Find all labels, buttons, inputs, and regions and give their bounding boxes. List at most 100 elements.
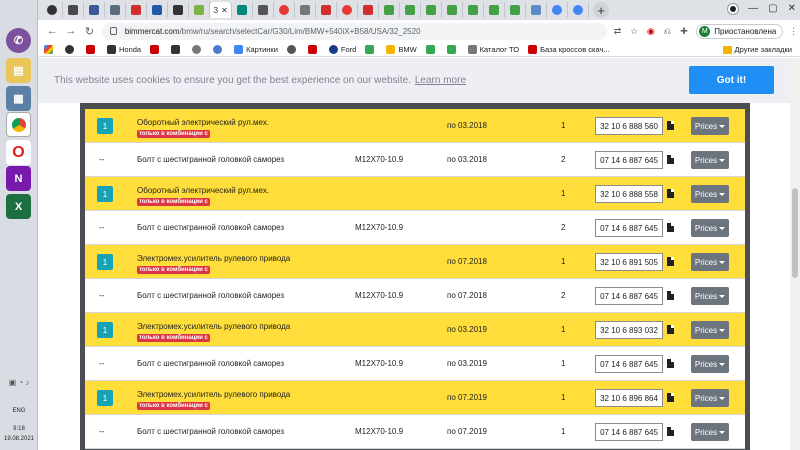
- tab[interactable]: [168, 2, 189, 18]
- prices-button[interactable]: Prices: [691, 253, 729, 271]
- reload-icon[interactable]: ↻: [83, 24, 96, 38]
- page-scrollbar[interactable]: [790, 58, 800, 450]
- part-number-field[interactable]: 07 14 6 887 645: [595, 423, 663, 441]
- tab[interactable]: [147, 2, 168, 18]
- part-number-field[interactable]: 07 14 6 887 645: [595, 219, 663, 237]
- quantity-box[interactable]: 1: [97, 254, 113, 270]
- lock-icon[interactable]: [109, 27, 117, 35]
- address-bar[interactable]: bimmercat.com/bmw/ru/search/selectCar/G3…: [101, 22, 608, 40]
- bookmark-item[interactable]: [425, 44, 438, 54]
- tab[interactable]: [568, 2, 589, 18]
- puzzle-icon[interactable]: ✚: [678, 24, 691, 38]
- tab[interactable]: [379, 2, 400, 18]
- bookmark-baza[interactable]: База кроссов скач...: [528, 44, 610, 54]
- bookmark-item[interactable]: [150, 44, 162, 54]
- prices-button[interactable]: Prices: [691, 287, 729, 305]
- bookmark-item[interactable]: [171, 44, 183, 54]
- record-icon[interactable]: [728, 3, 739, 14]
- bookmark-item[interactable]: [286, 44, 299, 54]
- tab[interactable]: [316, 2, 337, 18]
- tab[interactable]: [84, 2, 105, 18]
- viber-icon[interactable]: ✆: [6, 28, 31, 53]
- bookmark-item[interactable]: [213, 44, 225, 54]
- new-tab-button[interactable]: +: [593, 2, 609, 18]
- part-number-field[interactable]: 32 10 6 891 505: [595, 253, 663, 271]
- tab[interactable]: [505, 2, 526, 18]
- quantity-box[interactable]: 1: [97, 118, 113, 134]
- copy-icon[interactable]: [667, 257, 674, 266]
- minimize-icon[interactable]: —: [748, 3, 758, 14]
- bookmark-item[interactable]: [307, 44, 320, 54]
- bookmark-star-icon[interactable]: ☆: [628, 24, 641, 38]
- tab[interactable]: [295, 2, 316, 18]
- tab[interactable]: [337, 2, 358, 18]
- bookmark-bmw[interactable]: BMW: [386, 44, 417, 54]
- language-indicator[interactable]: ENG: [0, 408, 38, 414]
- learn-more-link[interactable]: Learn more: [415, 75, 466, 86]
- bookmark-ford[interactable]: Ford: [328, 44, 356, 54]
- part-number-field[interactable]: 32 10 6 888 560: [595, 117, 663, 135]
- maximize-icon[interactable]: ▢: [768, 3, 777, 14]
- prices-button[interactable]: Prices: [691, 117, 729, 135]
- bookmark-item[interactable]: [65, 44, 77, 54]
- tab[interactable]: [232, 2, 253, 18]
- bookmark-honda[interactable]: Honda: [107, 44, 141, 54]
- prices-button[interactable]: Prices: [691, 389, 729, 407]
- tab[interactable]: [253, 2, 274, 18]
- tab[interactable]: [421, 2, 442, 18]
- copy-icon[interactable]: [667, 155, 674, 164]
- apps-icon[interactable]: [44, 44, 56, 54]
- back-icon[interactable]: ←: [46, 24, 59, 38]
- chrome-icon[interactable]: [6, 112, 31, 137]
- part-number-field[interactable]: 32 10 6 893 032: [595, 321, 663, 339]
- close-window-icon[interactable]: ✕: [788, 3, 796, 14]
- quantity-box[interactable]: 1: [97, 390, 113, 406]
- tab[interactable]: [526, 2, 547, 18]
- copy-icon[interactable]: [667, 393, 674, 402]
- got-it-button[interactable]: Got it!: [689, 66, 774, 94]
- explorer-icon[interactable]: ▤: [6, 58, 31, 83]
- opera-icon[interactable]: O: [6, 140, 31, 165]
- part-number-field[interactable]: 32 10 6 888 558: [595, 185, 663, 203]
- tab[interactable]: [42, 2, 63, 18]
- profile-button[interactable]: M Приостановлена: [696, 23, 784, 39]
- tab[interactable]: [63, 2, 84, 18]
- tab[interactable]: [484, 2, 505, 18]
- tab[interactable]: [547, 2, 568, 18]
- part-number-field[interactable]: 07 14 6 887 645: [595, 151, 663, 169]
- forward-icon[interactable]: →: [65, 24, 78, 38]
- tab[interactable]: [358, 2, 379, 18]
- network-icon[interactable]: ▦: [6, 86, 31, 111]
- tab[interactable]: [274, 2, 295, 18]
- other-bookmarks[interactable]: Другие закладки: [722, 45, 792, 54]
- menu-icon[interactable]: ⋮: [787, 24, 800, 38]
- copy-icon[interactable]: [667, 325, 674, 334]
- bookmark-kartinki[interactable]: Картинки: [234, 44, 278, 54]
- translate-icon[interactable]: ⇄: [611, 24, 624, 38]
- bookmark-item[interactable]: [86, 44, 98, 54]
- onenote-icon[interactable]: N: [6, 166, 31, 191]
- quantity-box[interactable]: 1: [97, 322, 113, 338]
- copy-icon[interactable]: [667, 189, 674, 198]
- copy-icon[interactable]: [667, 291, 674, 300]
- prices-button[interactable]: Prices: [691, 219, 729, 237]
- prices-button[interactable]: Prices: [691, 423, 729, 441]
- bookmark-item[interactable]: [365, 44, 377, 54]
- bookmark-item[interactable]: [446, 44, 459, 54]
- prices-button[interactable]: Prices: [691, 151, 729, 169]
- tab-active[interactable]: З ✕: [210, 2, 232, 18]
- extension-icon[interactable]: ⎌: [661, 24, 674, 38]
- copy-icon[interactable]: [667, 121, 674, 130]
- tray-icons[interactable]: ▣ ◔ ♪: [0, 378, 38, 387]
- copy-icon[interactable]: [667, 223, 674, 232]
- tab[interactable]: [105, 2, 126, 18]
- copy-icon[interactable]: [667, 427, 674, 436]
- prices-button[interactable]: Prices: [691, 321, 729, 339]
- part-number-field[interactable]: 32 10 6 896 864: [595, 389, 663, 407]
- quantity-box[interactable]: 1: [97, 186, 113, 202]
- tab[interactable]: [400, 2, 421, 18]
- prices-button[interactable]: Prices: [691, 185, 729, 203]
- tab[interactable]: [463, 2, 484, 18]
- scrollbar-thumb[interactable]: [792, 188, 798, 278]
- tab[interactable]: [189, 2, 210, 18]
